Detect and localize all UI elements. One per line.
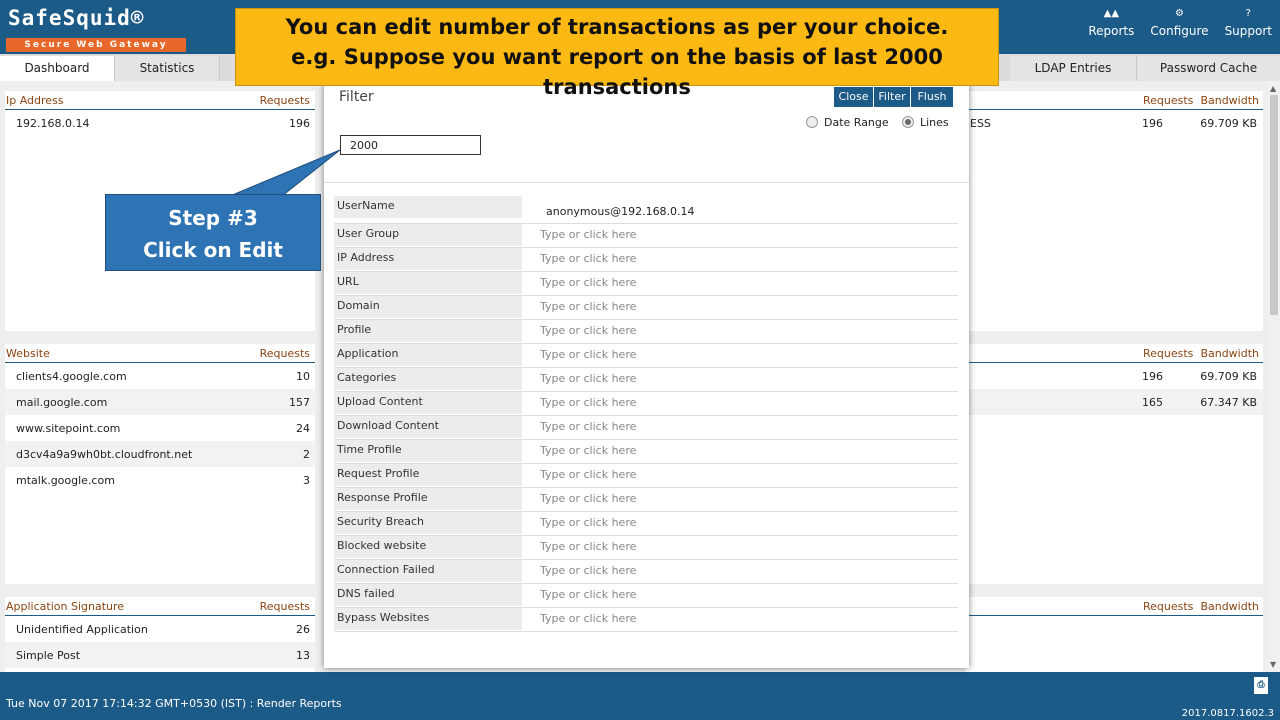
callout-instruction: Click on Edit button: [143, 238, 283, 294]
step-callout: Step #3 Click on Edit button: [105, 194, 321, 294]
callout-pointer: [229, 149, 341, 197]
callout-step: Step #3: [168, 206, 258, 230]
